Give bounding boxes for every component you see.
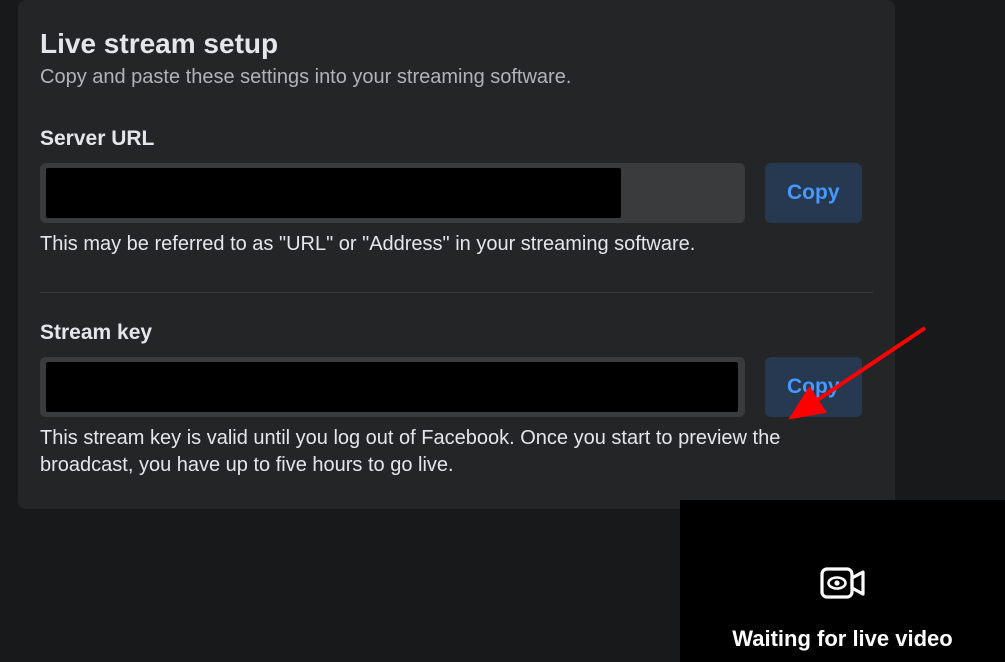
stream-key-help: This stream key is valid until you log o…	[40, 425, 850, 479]
preview-status-text: Waiting for live video	[732, 626, 952, 652]
card-subtitle: Copy and paste these settings into your …	[40, 66, 873, 89]
stream-key-label: Stream key	[40, 321, 873, 345]
server-url-masked-value	[46, 168, 621, 218]
server-url-section: Server URL Copy This may be referred to …	[40, 127, 873, 258]
live-stream-setup-card: Live stream setup Copy and paste these s…	[18, 0, 895, 509]
server-url-row: Copy	[40, 163, 873, 223]
copy-stream-key-button[interactable]: Copy	[765, 357, 862, 417]
stream-key-row: Copy	[40, 357, 873, 417]
server-url-input[interactable]	[40, 163, 745, 223]
server-url-help: This may be referred to as "URL" or "Add…	[40, 231, 873, 258]
preview-panel: Waiting for live video	[680, 500, 1005, 662]
copy-server-url-button[interactable]: Copy	[765, 163, 862, 223]
camera-eye-icon	[819, 565, 867, 606]
section-divider	[40, 292, 873, 293]
stream-key-masked-value	[46, 362, 738, 412]
card-title: Live stream setup	[40, 28, 873, 60]
stream-key-input[interactable]	[40, 357, 745, 417]
server-url-label: Server URL	[40, 127, 873, 151]
stream-key-section: Stream key Copy This stream key is valid…	[40, 321, 873, 479]
